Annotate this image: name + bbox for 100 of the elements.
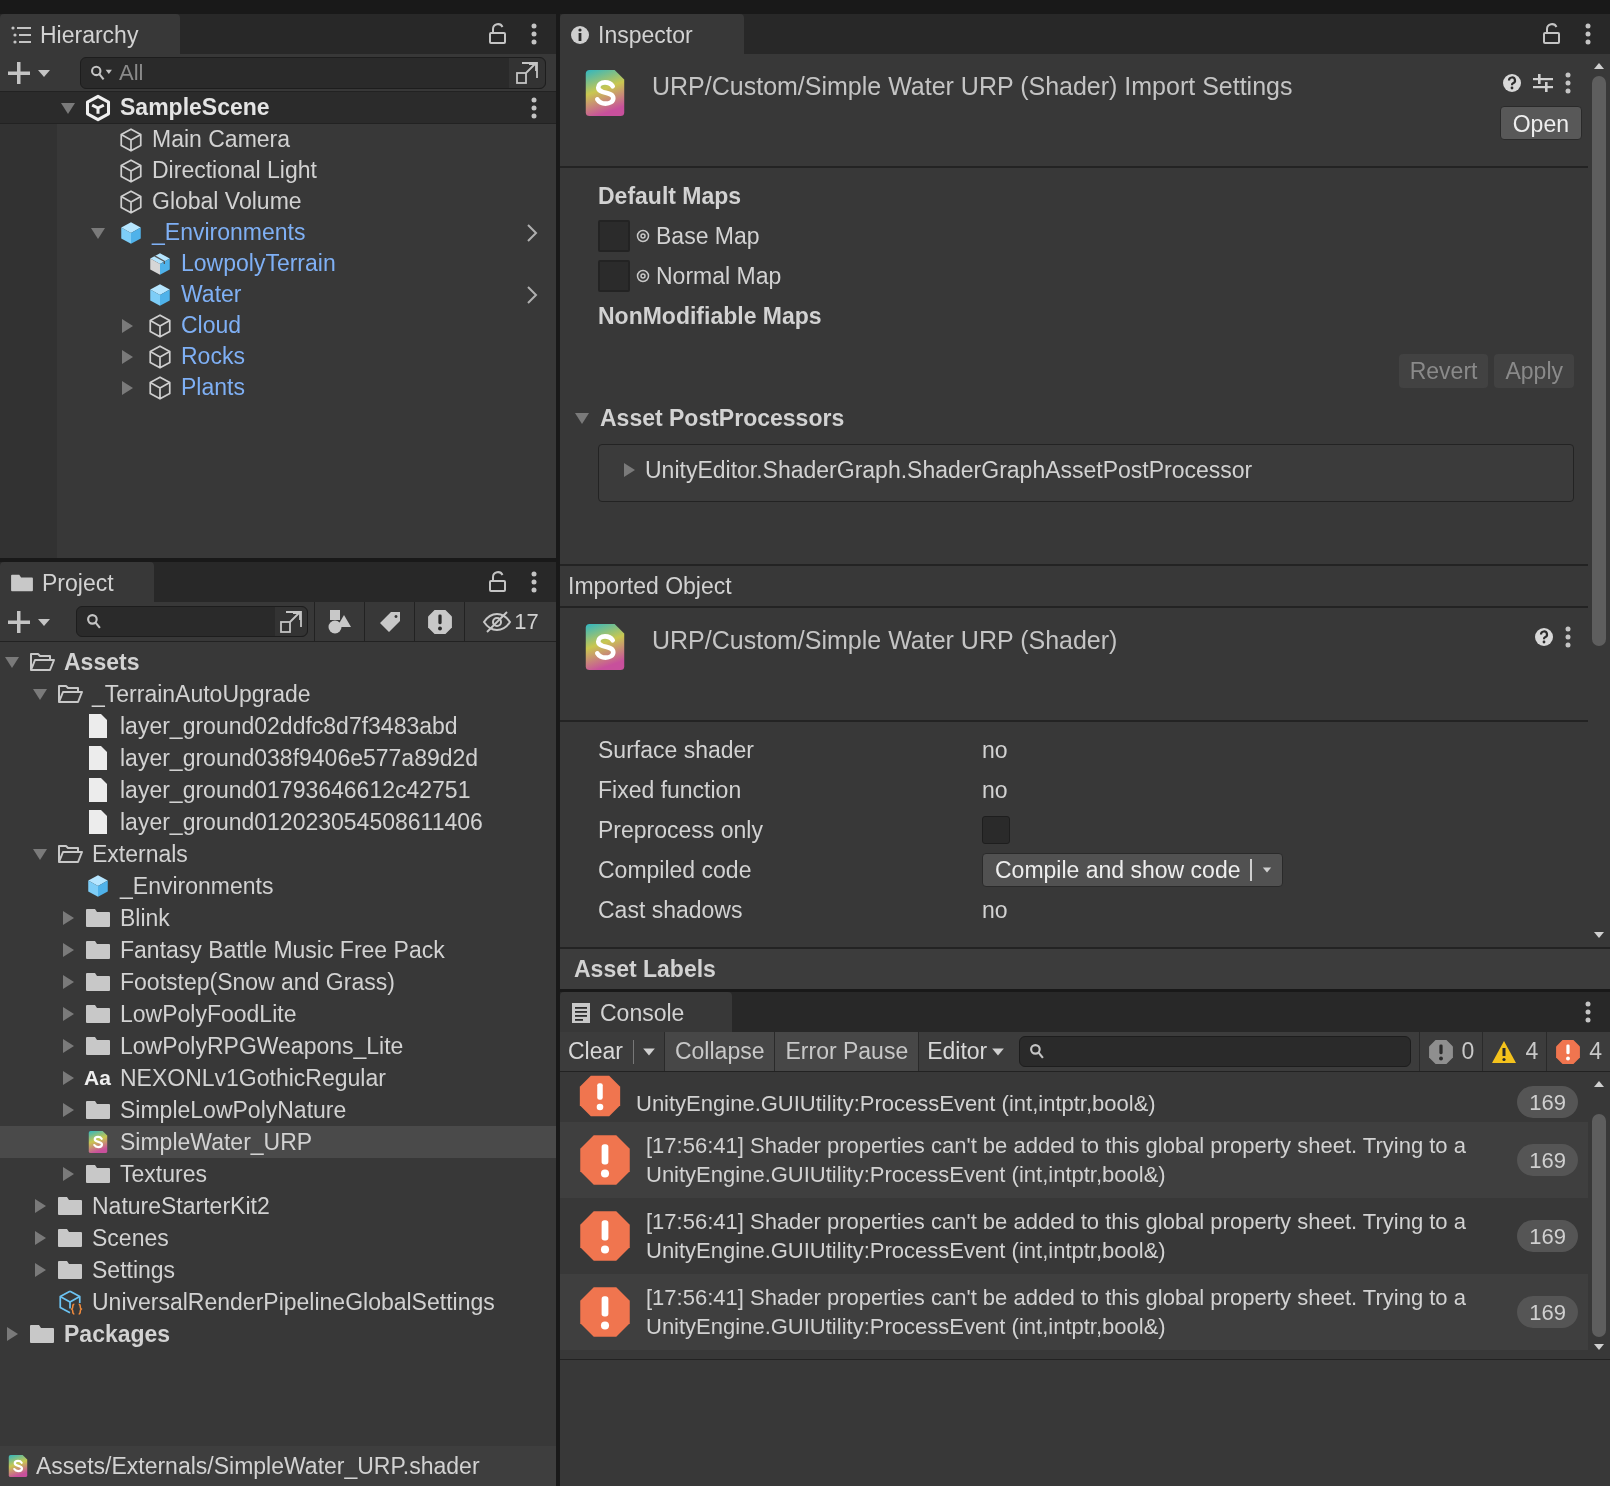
expand-arrow-icon[interactable] [119, 379, 135, 396]
message-count: 169 [1517, 1144, 1578, 1176]
expand-arrow-icon[interactable] [32, 1262, 48, 1278]
error-message-icon[interactable] [1555, 1038, 1582, 1065]
hidden-packages-toggle[interactable]: 17 [464, 602, 556, 641]
open-folder-icon [57, 843, 83, 865]
presets-sliders-icon[interactable] [1532, 73, 1554, 93]
cube-icon [85, 873, 111, 899]
more-options-icon[interactable] [1564, 72, 1572, 94]
expand-arrow-icon[interactable] [32, 1230, 48, 1246]
console-message[interactable]: [17:56:41] Shader properties can't be added to this global property sheet. Trying to a UnityEngine.GUIUtility:ProcessEvent (int,intptr,bool&) 169 [560, 1122, 1588, 1198]
folder-icon [85, 939, 111, 961]
expand-arrow-icon[interactable] [60, 974, 76, 990]
more-options-icon[interactable] [530, 571, 538, 593]
expand-arrow-icon[interactable] [119, 348, 135, 365]
object-picker-icon[interactable] [636, 229, 650, 243]
expand-arrow-icon[interactable] [60, 1070, 76, 1086]
error-icon [578, 1074, 622, 1118]
search-input[interactable]: All [119, 56, 503, 89]
scene-name: SampleScene [120, 93, 270, 123]
clear-button[interactable]: Clear [560, 1032, 633, 1071]
editor-dropdown[interactable]: Editor [918, 1032, 1012, 1071]
property-value: no [982, 775, 1008, 805]
search-field[interactable] [1019, 1036, 1411, 1067]
hierarchy-list-icon [10, 26, 32, 44]
expand-arrow-icon[interactable] [621, 462, 637, 479]
shapes-filter-icon[interactable] [326, 608, 353, 635]
expand-arrow-icon[interactable] [60, 1166, 76, 1182]
search-icon [1030, 1044, 1045, 1059]
foldout-arrow-icon[interactable] [574, 410, 590, 426]
lock-icon[interactable] [1542, 23, 1562, 45]
file-icon [87, 809, 109, 835]
cube-icon [118, 157, 144, 184]
folder-icon [85, 1003, 111, 1025]
search-field[interactable] [76, 606, 308, 637]
folder-icon [85, 1035, 111, 1057]
cube-icon [118, 126, 144, 153]
folder-icon [85, 1099, 111, 1121]
more-options-icon[interactable] [530, 23, 538, 45]
panel-tab[interactable]: Hierarchy [0, 14, 180, 54]
checkbox[interactable] [982, 816, 1010, 844]
open-folder-icon [29, 651, 55, 673]
lock-icon[interactable] [488, 571, 508, 593]
info-icon [570, 25, 590, 45]
expand-arrow-icon[interactable] [32, 686, 48, 702]
section-heading: Asset PostProcessors [600, 403, 845, 433]
cube-icon [147, 281, 173, 308]
object-picker-icon[interactable] [636, 269, 650, 283]
folder-icon [85, 971, 111, 993]
message-line: [17:56:41] Shader properties can't be added to this global property sheet. Trying to a [646, 1208, 1467, 1236]
panel-tab[interactable]: Console [560, 992, 732, 1032]
postprocessor-item[interactable]: UnityEditor.ShaderGraph.ShaderGraphAssetPostProcessor [645, 453, 1253, 488]
help-icon[interactable] [1534, 627, 1554, 647]
section-heading: Asset Labels [574, 954, 716, 984]
asset-title: URP/Custom/Simple Water URP (Shader) Import Settings [652, 71, 1293, 102]
expand-arrow-icon[interactable] [32, 846, 48, 862]
info-message-icon[interactable] [1427, 1038, 1454, 1065]
more-options-icon[interactable] [1564, 626, 1572, 648]
maximize-icon[interactable] [279, 609, 303, 634]
console-message[interactable]: [17:56:41] Shader properties can't be added to this global property sheet. Trying to a UnityEngine.GUIUtility:ProcessEvent (int,intptr,bool&) 169 [560, 1274, 1588, 1350]
caret-icon [1262, 865, 1273, 875]
error-filter-icon[interactable] [426, 608, 453, 635]
log-count-toggle[interactable]: 4 [1546, 1032, 1610, 1071]
panel-tab[interactable]: Inspector [560, 14, 744, 54]
maximize-icon[interactable] [515, 60, 539, 85]
open-button[interactable]: Open [1499, 106, 1582, 140]
message-line: UnityEngine.GUIUtility:ProcessEvent (int,intptr,bool&) [636, 1090, 1157, 1118]
panel-tab[interactable]: Project [0, 562, 154, 602]
more-options-icon[interactable] [530, 96, 538, 119]
expand-arrow-icon[interactable] [60, 910, 76, 926]
expand-arrow-icon[interactable] [4, 654, 20, 670]
expand-arrow-icon[interactable] [60, 1038, 76, 1054]
chevron-right-icon[interactable] [526, 284, 538, 305]
compiled-code-dropdown[interactable]: Compile and show code [982, 853, 1284, 887]
expand-arrow-icon[interactable] [60, 1006, 76, 1022]
log-count-toggle[interactable]: 0 [1418, 1032, 1483, 1071]
expand-arrow-icon[interactable] [32, 1198, 48, 1214]
message-line: UnityEngine.GUIUtility:ProcessEvent (int,intptr,bool&) [646, 1237, 1167, 1265]
message-count: 169 [1517, 1220, 1578, 1252]
help-icon[interactable] [1502, 73, 1522, 93]
search-field[interactable]: All [80, 56, 546, 89]
warning-icon[interactable] [1491, 1039, 1518, 1064]
asset-path: Assets/Externals/SimpleWater_URP.shader [36, 1451, 480, 1481]
expand-arrow-icon[interactable] [60, 1102, 76, 1118]
log-count-toggle[interactable]: 4 [1482, 1032, 1547, 1071]
expand-arrow-icon[interactable] [60, 942, 76, 958]
toggle-button[interactable]: Collapse [663, 1032, 775, 1071]
property-label: Cast shadows [598, 895, 744, 925]
cube-icon [118, 219, 144, 246]
console-icon [570, 1002, 592, 1024]
file-icon [87, 745, 109, 771]
folder-icon [57, 1195, 83, 1217]
toggle-button[interactable]: Error Pause [774, 1032, 919, 1071]
expand-arrow-icon[interactable] [119, 317, 135, 334]
more-options-icon[interactable] [1584, 23, 1592, 45]
lock-icon[interactable] [488, 23, 508, 45]
expand-arrow-icon[interactable] [4, 1326, 20, 1342]
more-options-icon[interactable] [1584, 1001, 1592, 1023]
chevron-right-icon[interactable] [526, 222, 538, 243]
selected-row[interactable]: SimpleWater_URP [0, 1126, 556, 1158]
